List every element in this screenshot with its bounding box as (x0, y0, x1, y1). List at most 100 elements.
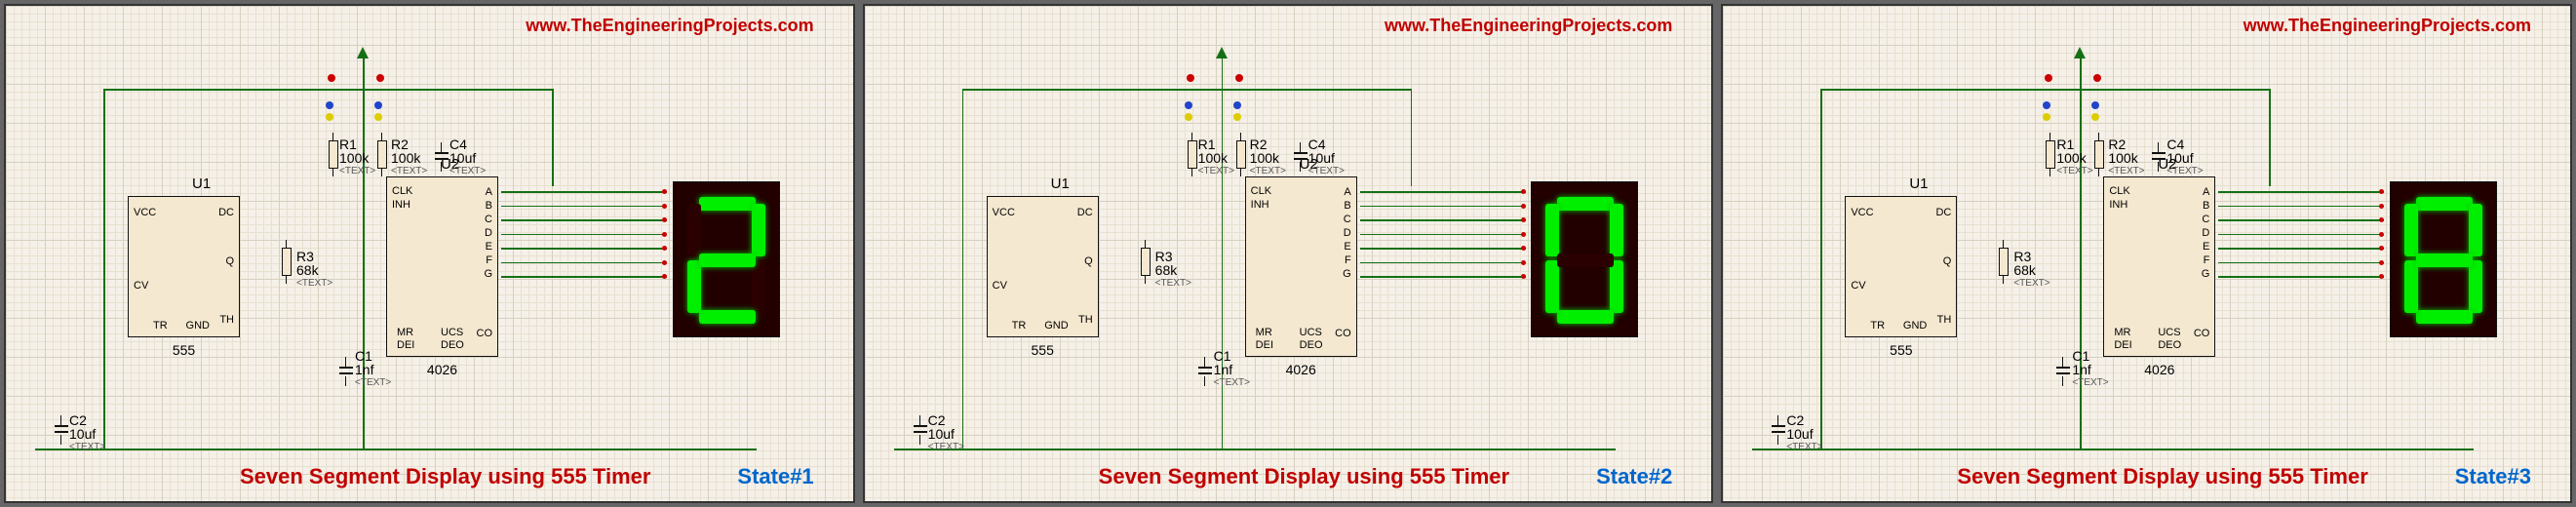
pin-clk: CLK (1251, 185, 1271, 197)
wire (103, 89, 552, 91)
capacitor-c1[interactable] (1196, 357, 1214, 386)
led-red (1235, 74, 1243, 82)
pin-tr: TR (1012, 320, 1027, 332)
capacitor-c1[interactable] (2054, 357, 2072, 386)
segment-c (2469, 260, 2482, 313)
pin-mr: MR (2114, 327, 2130, 338)
capacitor-c4[interactable] (433, 142, 450, 172)
pin-cv: CV (1851, 280, 1865, 292)
chip-u2-4026[interactable]: U2 4026 CLK INH A B C D E F G DEI MR DEO… (386, 176, 498, 357)
wire (962, 89, 964, 449)
u1-part: 555 (173, 342, 195, 358)
schematic-panel: www.TheEngineeringProjects.com U1 555 VC… (863, 4, 1714, 503)
wire (1820, 89, 1822, 449)
pin-tr: TR (153, 320, 168, 332)
pin-inh: INH (2109, 199, 2127, 211)
capacitor-c4[interactable] (1292, 142, 1309, 172)
wire (1222, 58, 1224, 448)
segment-d (699, 310, 756, 324)
r2-label: R2100k<TEXT> (2108, 137, 2144, 178)
chip-u2-4026[interactable]: U2 4026 CLK INH A B C D E F G DEI MR DEO… (1245, 176, 1357, 357)
segment-d (1557, 310, 1614, 324)
c2-label: C210uf<TEXT> (1786, 413, 1822, 454)
segment-b (2469, 204, 2482, 256)
seven-segment-display[interactable] (2390, 181, 2497, 337)
segment-b (752, 204, 765, 256)
probe-yellow (374, 113, 382, 121)
capacitor-c2[interactable] (912, 415, 929, 445)
power-arrow-icon (357, 47, 369, 58)
seg-out-labels: A B C D E F G (484, 185, 492, 281)
resistor-r1[interactable] (328, 133, 339, 176)
r3-label: R368k<TEXT> (2013, 250, 2049, 291)
resistor-r1[interactable] (2045, 133, 2056, 176)
wire (2080, 58, 2082, 448)
chip-u1-555[interactable]: U1 555 VCC CV TR GND DC Q TH (1845, 196, 1957, 337)
c4-label: C410uf<TEXT> (449, 137, 486, 178)
c2-label: C210uf<TEXT> (928, 413, 964, 454)
capacitor-c1[interactable] (337, 357, 355, 386)
led-red (376, 74, 384, 82)
u1-part: 555 (1031, 342, 1053, 358)
r1-label: R1100k<TEXT> (2056, 137, 2092, 178)
c2-label: C210uf<TEXT> (69, 413, 105, 454)
probe-yellow (1233, 113, 1241, 121)
wire (1752, 448, 2474, 450)
pin-th: TH (1937, 314, 1952, 326)
c1-label: C11nf<TEXT> (2072, 349, 2108, 390)
pin-clk: CLK (392, 185, 412, 197)
segment-a (2416, 197, 2473, 211)
pin-deo: DEO (441, 339, 464, 351)
resistor-r3[interactable] (1140, 240, 1151, 284)
probe-blue (1185, 101, 1192, 109)
r1-label: R1100k<TEXT> (1198, 137, 1234, 178)
schematic-area: U1 555 VCC CV TR GND DC Q TH U2 4026 CLK… (1742, 45, 2551, 454)
pin-cv: CV (993, 280, 1007, 292)
probe-yellow (2043, 113, 2050, 121)
seg-out-labels: A B C D E F G (2202, 185, 2210, 281)
pin-inh: INH (392, 199, 410, 211)
schematic-title: Seven Segment Display using 555 Timer (1099, 464, 1509, 489)
pin-dei: DEI (2114, 339, 2131, 351)
segment-e (2404, 260, 2418, 313)
resistor-r3[interactable] (1998, 240, 2010, 284)
resistor-r3[interactable] (281, 240, 293, 284)
pin-gnd: GND (1044, 320, 1068, 332)
probe-yellow (1185, 113, 1192, 121)
segment-b (1610, 204, 1623, 256)
u1-ref: U1 (1909, 176, 1928, 192)
seven-segment-display[interactable] (1531, 181, 1638, 337)
segment-c (1610, 260, 1623, 313)
capacitor-c2[interactable] (53, 415, 70, 445)
seven-segment-display[interactable] (673, 181, 780, 337)
resistor-r1[interactable] (1187, 133, 1198, 176)
pin-clk: CLK (2109, 185, 2129, 197)
capacitor-c2[interactable] (1770, 415, 1787, 445)
segment-d (2416, 310, 2473, 324)
wire (962, 89, 1411, 91)
probe-blue (2091, 101, 2099, 109)
segment-c (752, 260, 765, 313)
resistor-r2[interactable] (1235, 133, 1247, 176)
pin-vcc: VCC (134, 207, 156, 218)
pin-ucs: UCS (441, 327, 463, 338)
resistor-r2[interactable] (376, 133, 388, 176)
chip-u2-4026[interactable]: U2 4026 CLK INH A B C D E F G DEI MR DEO… (2103, 176, 2215, 357)
pin-ucs: UCS (1300, 327, 1322, 338)
schematic-title: Seven Segment Display using 555 Timer (1957, 464, 2367, 489)
capacitor-c4[interactable] (2150, 142, 2167, 172)
pin-vcc: VCC (993, 207, 1015, 218)
source-url: www.TheEngineeringProjects.com (526, 16, 813, 36)
u1-part: 555 (1890, 342, 1912, 358)
pin-tr: TR (1870, 320, 1885, 332)
wire (1820, 89, 2269, 91)
source-url: www.TheEngineeringProjects.com (2244, 16, 2531, 36)
resistor-r2[interactable] (2093, 133, 2105, 176)
schematic-area: U1 555 VCC CV TR GND DC Q TH U2 4026 CLK… (884, 45, 1693, 454)
r2-label: R2100k<TEXT> (391, 137, 427, 178)
pin-q: Q (225, 255, 234, 267)
chip-u1-555[interactable]: U1 555 VCC CV TR GND DC Q TH (128, 196, 240, 337)
r3-label: R368k<TEXT> (1155, 250, 1191, 291)
segment-bus-wires (1360, 191, 1526, 298)
chip-u1-555[interactable]: U1 555 VCC CV TR GND DC Q TH (987, 196, 1099, 337)
